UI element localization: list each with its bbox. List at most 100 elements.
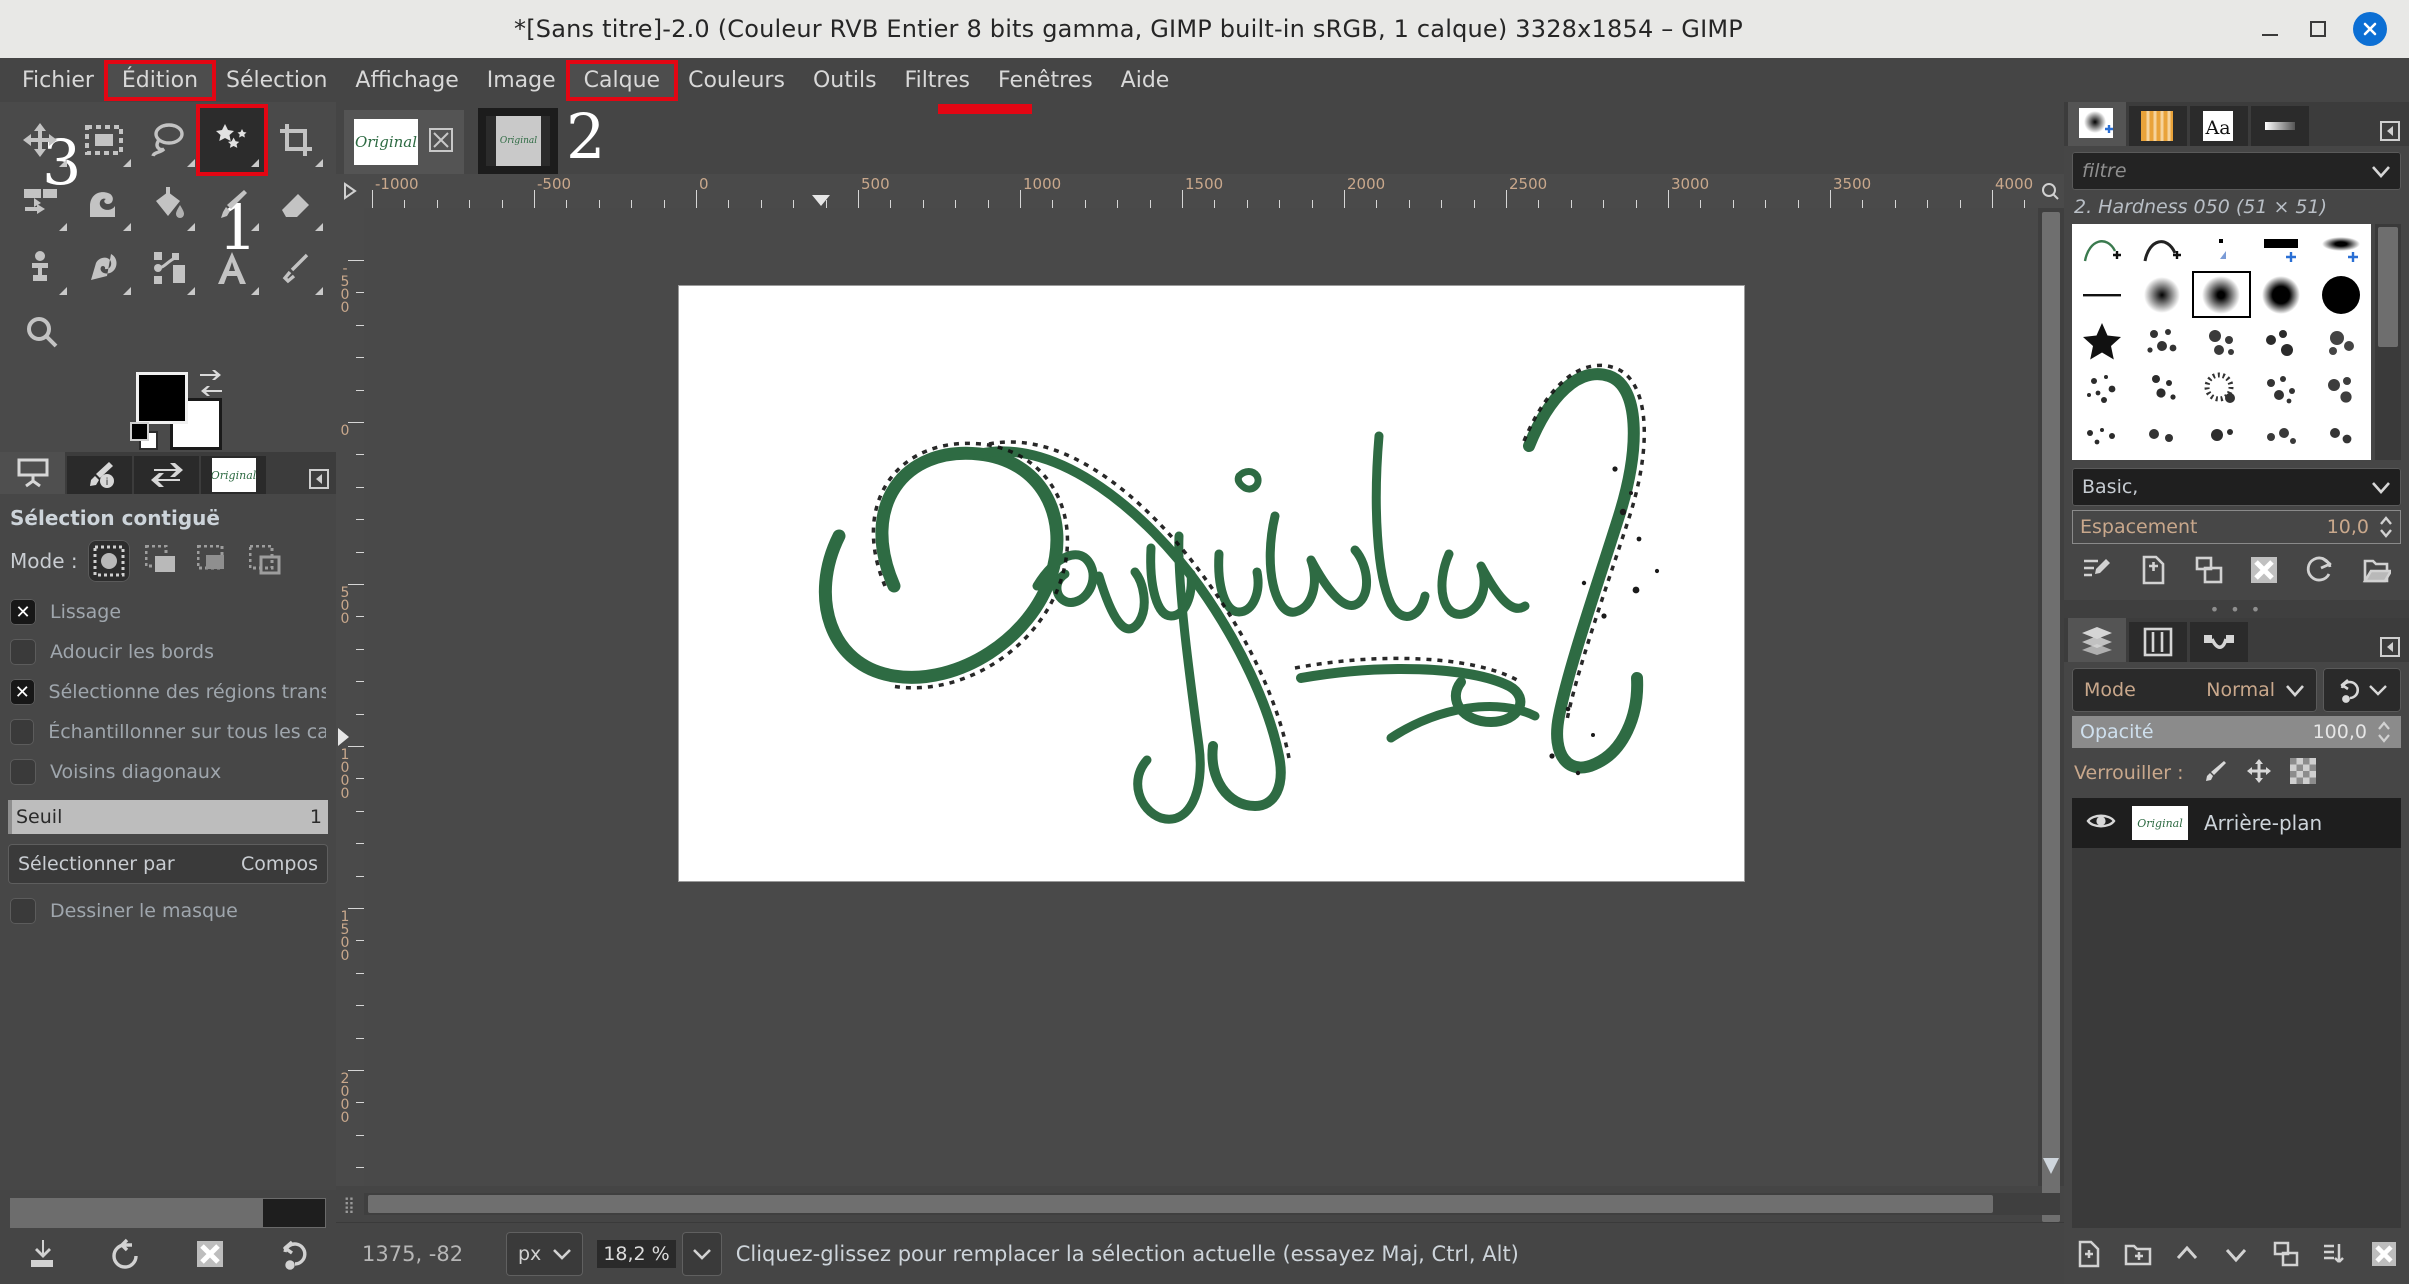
layers-dock-menu-icon[interactable]: [2379, 636, 2401, 662]
swap-colors-icon[interactable]: [196, 368, 226, 402]
text-tool[interactable]: [200, 236, 264, 300]
brush-cell[interactable]: [2132, 412, 2192, 459]
brush-cell[interactable]: [2311, 271, 2371, 318]
dock-menu-icon[interactable]: [308, 468, 330, 494]
checkbox-regions-transparentes[interactable]: ✕: [10, 679, 35, 705]
brush-grid[interactable]: [2072, 224, 2371, 460]
anchor-layer-icon[interactable]: [2321, 1240, 2349, 1272]
color-picker-tool[interactable]: [264, 236, 328, 300]
free-select-tool[interactable]: [136, 108, 200, 172]
lock-pixels-icon[interactable]: [2202, 758, 2228, 788]
clone-tool[interactable]: [8, 236, 72, 300]
brush-cell[interactable]: [2311, 224, 2371, 271]
layer-opacity-slider[interactable]: Opacité 100,0: [2072, 716, 2401, 748]
brush-cell[interactable]: [2192, 318, 2252, 365]
foreground-color-swatch[interactable]: [136, 372, 188, 424]
maximize-icon[interactable]: [2305, 16, 2331, 42]
layer-mode-select[interactable]: Mode Normal: [2072, 668, 2317, 712]
brush-spacing-spinner[interactable]: Espacement 10,0: [2072, 510, 2401, 544]
delete-layer-icon[interactable]: [2370, 1240, 2398, 1272]
warp-tool[interactable]: [72, 172, 136, 236]
option-row-dessiner-masque[interactable]: Dessiner le masque: [0, 884, 336, 931]
checkbox-echantillonner-calques[interactable]: [10, 719, 34, 745]
lock-position-icon[interactable]: [2246, 758, 2272, 788]
canvas-area[interactable]: [364, 208, 2038, 1186]
vertical-scrollbar-thumb[interactable]: [2042, 212, 2060, 1222]
duplicate-layer-icon[interactable]: [2272, 1240, 2300, 1272]
device-status-tab[interactable]: i: [67, 456, 132, 494]
move-tool[interactable]: [8, 108, 72, 172]
lock-alpha-icon[interactable]: [2290, 758, 2316, 788]
brush-cell[interactable]: [2251, 271, 2311, 318]
eraser-tool[interactable]: [264, 172, 328, 236]
brush-cell[interactable]: [2311, 365, 2371, 412]
mode-add-button[interactable]: [140, 540, 182, 582]
brush-cell[interactable]: [2132, 318, 2192, 365]
brush-cell[interactable]: [2192, 365, 2252, 412]
save-options-icon[interactable]: [26, 1238, 58, 1274]
zoom-dropdown-icon[interactable]: [682, 1232, 722, 1276]
new-brush-icon[interactable]: [2138, 555, 2168, 589]
option-row-regions-transparentes[interactable]: ✕ Sélectionne des régions transp: [0, 672, 336, 712]
brush-cell[interactable]: [2072, 271, 2132, 318]
option-row-adoucir-bords[interactable]: Adoucir les bords: [0, 632, 336, 672]
brush-cell[interactable]: [2072, 224, 2132, 271]
horizontal-ruler[interactable]: -1000-5000500100015002000250030003500400…: [364, 174, 2036, 208]
navigation-preview-icon[interactable]: [2041, 1156, 2061, 1180]
path-tool[interactable]: [136, 236, 200, 300]
menu-edition[interactable]: Édition: [108, 64, 212, 97]
option-row-voisins-diagonaux[interactable]: Voisins diagonaux: [0, 752, 336, 792]
crop-tool[interactable]: [264, 108, 328, 172]
horizontal-scrollbar[interactable]: [364, 1193, 2060, 1215]
images-tab[interactable]: Original: [201, 456, 266, 494]
refresh-brushes-icon[interactable]: [2305, 555, 2335, 589]
zoom-image-window-icon[interactable]: [2036, 174, 2064, 208]
reset-options-icon[interactable]: [278, 1238, 310, 1274]
brush-cell[interactable]: [2192, 224, 2252, 271]
menu-affichage[interactable]: Affichage: [341, 64, 472, 97]
checkbox-voisins-diagonaux[interactable]: [10, 759, 36, 785]
brush-cell[interactable]: [2072, 318, 2132, 365]
duplicate-brush-icon[interactable]: [2194, 555, 2224, 589]
brush-cell[interactable]: [2072, 412, 2132, 459]
layer-visibility-icon[interactable]: [2086, 811, 2116, 835]
menu-fenetres[interactable]: Fenêtres: [984, 64, 1107, 97]
fuzzy-select-tool[interactable]: [200, 108, 264, 172]
menu-outils[interactable]: Outils: [799, 64, 891, 97]
mode-intersect-button[interactable]: [244, 540, 286, 582]
menu-calque[interactable]: Calque: [570, 64, 674, 97]
checkbox-lissage[interactable]: ✕: [10, 599, 36, 625]
raise-layer-icon[interactable]: [2173, 1240, 2201, 1272]
select-by-combo[interactable]: Sélectionner par Compos: [8, 844, 328, 884]
brushes-tab[interactable]: [2068, 102, 2126, 146]
brush-cell[interactable]: [2311, 412, 2371, 459]
zoom-value[interactable]: 18,2 %: [597, 1240, 675, 1268]
vertical-scrollbar[interactable]: [2038, 208, 2064, 1186]
brush-cell[interactable]: [2251, 365, 2311, 412]
zoom-control[interactable]: 18,2 %: [597, 1232, 721, 1276]
menu-fichier[interactable]: Fichier: [8, 64, 108, 97]
menu-selection[interactable]: Sélection: [212, 64, 341, 97]
bucket-fill-tool[interactable]: [136, 172, 200, 236]
lower-layer-icon[interactable]: [2222, 1240, 2250, 1272]
image-tab-screenshot[interactable]: Original: [478, 108, 558, 174]
menu-filtres[interactable]: Filtres: [891, 64, 984, 97]
layers-tab[interactable]: [2068, 618, 2126, 662]
brush-cell[interactable]: [2311, 318, 2371, 365]
tool-options-tab[interactable]: [0, 452, 65, 494]
reset-colors-fg-icon[interactable]: [130, 422, 149, 441]
delete-brush-icon[interactable]: [2249, 555, 2279, 589]
image-tab-original[interactable]: Original: [344, 110, 464, 174]
brush-cell[interactable]: [2072, 365, 2132, 412]
edit-brush-icon[interactable]: [2082, 555, 2112, 589]
zoom-tool[interactable]: [8, 300, 75, 364]
brush-filter-input[interactable]: filtre: [2072, 152, 2401, 190]
brush-cell[interactable]: [2132, 271, 2192, 318]
close-icon[interactable]: [2353, 12, 2387, 46]
brush-cell-selected[interactable]: [2192, 271, 2252, 318]
rectangle-select-tool[interactable]: [72, 108, 136, 172]
brush-cell[interactable]: [2251, 412, 2311, 459]
horizontal-scrollbar-thumb[interactable]: [368, 1195, 1993, 1213]
option-row-echantillonner-calques[interactable]: Échantillonner sur tous les calq: [0, 712, 336, 752]
gradients-tab[interactable]: [2251, 106, 2309, 146]
